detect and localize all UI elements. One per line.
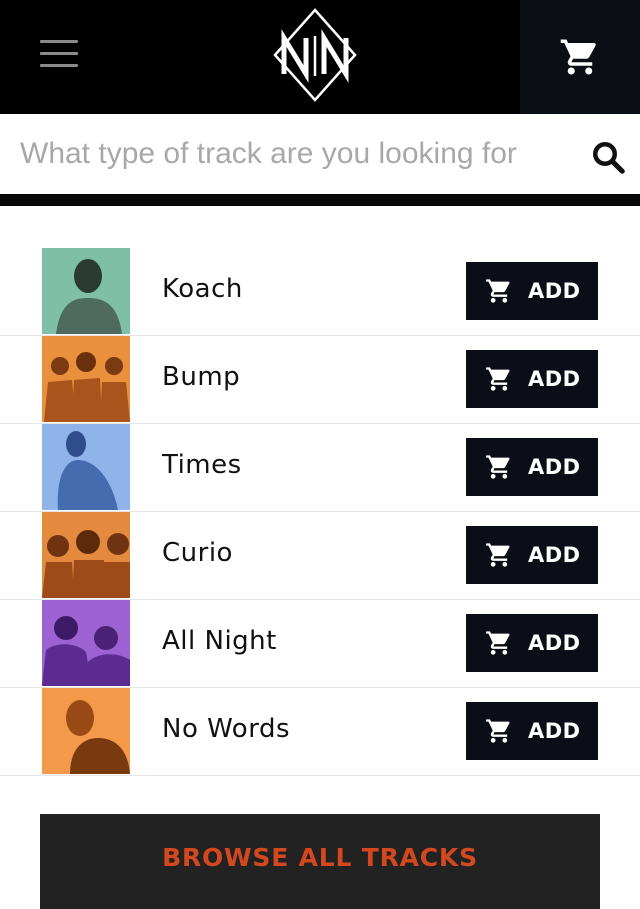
search-bar	[0, 114, 640, 194]
track-title: All Night	[162, 626, 277, 656]
shopping-cart-icon	[560, 39, 596, 75]
add-label: ADD	[528, 719, 581, 743]
add-to-cart-button[interactable]: ADD	[466, 438, 598, 496]
track-thumbnail[interactable]	[42, 688, 130, 774]
track-row: All Night ADD	[0, 600, 640, 688]
cart-icon	[486, 367, 510, 391]
browse-label: BROWSE ALL TRACKS	[162, 843, 478, 872]
track-row: Koach ADD	[0, 248, 640, 336]
track-row: Curio ADD	[0, 512, 640, 600]
track-thumbnail[interactable]	[42, 600, 130, 686]
nm-logo-icon[interactable]	[273, 8, 357, 102]
track-thumbnail[interactable]	[42, 248, 130, 334]
cart-button[interactable]	[520, 0, 640, 114]
track-row: No Words ADD	[0, 688, 640, 776]
app-header	[0, 0, 640, 114]
track-thumbnail[interactable]	[42, 512, 130, 598]
track-title: Bump	[162, 362, 241, 392]
track-row: Bump ADD	[0, 336, 640, 424]
search-divider	[0, 194, 640, 206]
search-input[interactable]	[20, 132, 568, 176]
cart-icon	[486, 631, 510, 655]
track-row: Times ADD	[0, 424, 640, 512]
browse-all-tracks-button[interactable]: BROWSE ALL TRACKS	[40, 814, 600, 909]
track-title: Times	[162, 450, 242, 480]
add-to-cart-button[interactable]: ADD	[466, 262, 598, 320]
add-to-cart-button[interactable]: ADD	[466, 614, 598, 672]
track-list: Koach ADD Bump ADD Times ADD Curio ADD A…	[0, 248, 640, 776]
add-label: ADD	[528, 367, 581, 391]
add-label: ADD	[528, 455, 581, 479]
cart-icon	[486, 719, 510, 743]
track-thumbnail[interactable]	[42, 336, 130, 422]
add-label: ADD	[528, 543, 581, 567]
menu-button[interactable]	[40, 40, 80, 68]
cart-icon	[486, 543, 510, 567]
track-thumbnail[interactable]	[42, 424, 130, 510]
track-title: No Words	[162, 714, 290, 744]
add-label: ADD	[528, 631, 581, 655]
add-to-cart-button[interactable]: ADD	[466, 350, 598, 408]
search-icon[interactable]	[590, 139, 626, 175]
add-label: ADD	[528, 279, 581, 303]
add-to-cart-button[interactable]: ADD	[466, 702, 598, 760]
track-title: Koach	[162, 274, 243, 304]
add-to-cart-button[interactable]: ADD	[466, 526, 598, 584]
cart-icon	[486, 279, 510, 303]
track-title: Curio	[162, 538, 233, 568]
cart-icon	[486, 455, 510, 479]
